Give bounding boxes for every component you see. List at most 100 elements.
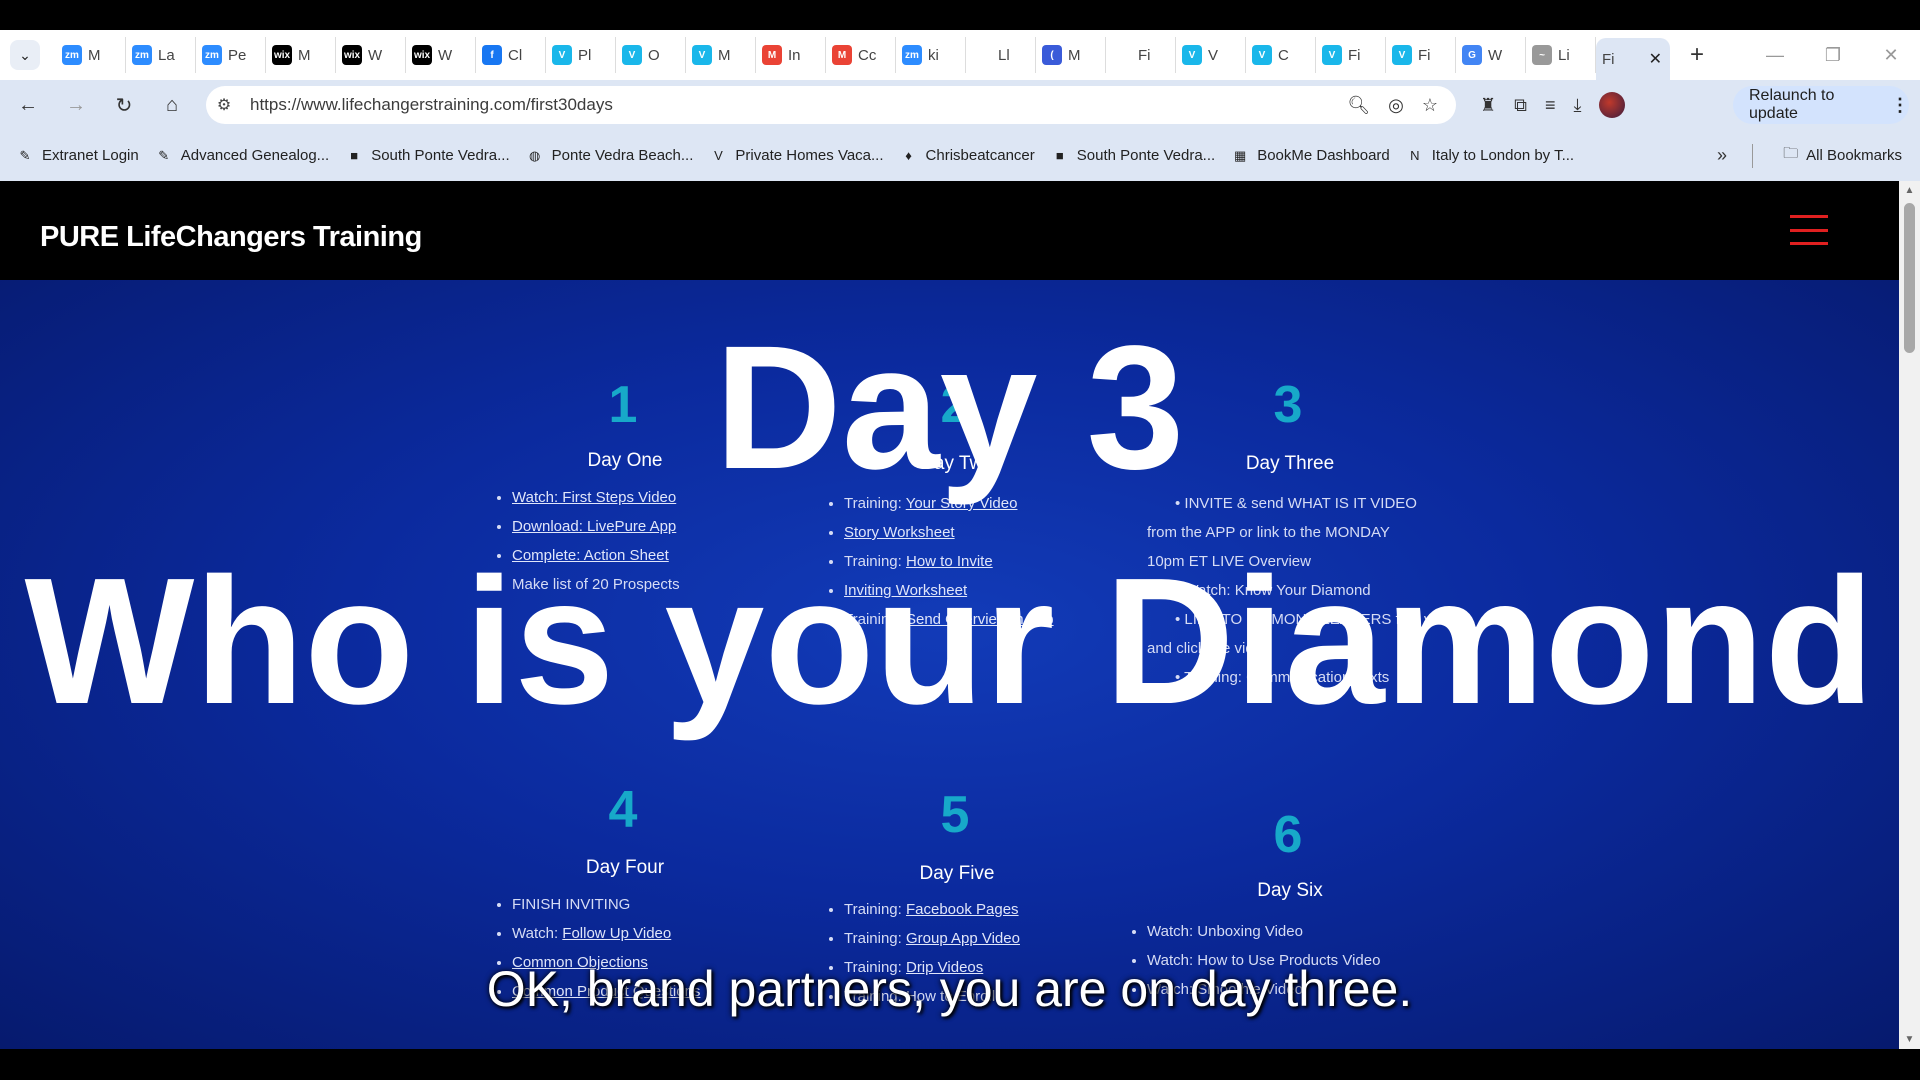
tab-label: Pl xyxy=(578,46,592,64)
relaunch-button[interactable]: Relaunch to update ⋮ xyxy=(1733,86,1909,124)
restore-icon[interactable]: ❐ xyxy=(1804,45,1862,66)
tab-favicon-icon: zm xyxy=(132,45,152,65)
zoom-icon[interactable]: 🔍︎ xyxy=(1347,95,1370,116)
bookmark-label: Chrisbeatcancer xyxy=(925,147,1035,164)
day-task-item: Watch: Follow Up Video xyxy=(512,919,700,948)
scroll-up-icon[interactable]: ▲ xyxy=(1899,185,1920,196)
bookmark-item[interactable]: ■ South Ponte Vedra... xyxy=(345,147,509,165)
menu-dots-icon[interactable]: ⋮ xyxy=(1891,95,1909,116)
bookmark-item[interactable]: ■ South Ponte Vedra... xyxy=(1051,147,1215,165)
tab-favicon-icon: wix xyxy=(342,45,362,65)
active-tab[interactable]: Fi ✕ xyxy=(1596,38,1670,80)
media-controls-icon[interactable]: ≡ xyxy=(1545,95,1556,116)
browser-tab[interactable]: V Fi xyxy=(1316,37,1386,73)
close-icon[interactable]: ✕ xyxy=(1649,49,1662,69)
bookmark-item[interactable]: ✎ Advanced Genealog... xyxy=(155,147,329,165)
tab-label: Fi xyxy=(1418,46,1431,64)
browser-tab[interactable]: V Fi xyxy=(1386,37,1456,73)
close-window-icon[interactable]: ✕ xyxy=(1862,45,1920,66)
bookmark-item[interactable]: ♦ Chrisbeatcancer xyxy=(900,147,1035,165)
browser-tab[interactable]: zm Pe xyxy=(196,37,266,73)
profile-avatar[interactable] xyxy=(1599,92,1626,118)
bookmark-label: Extranet Login xyxy=(42,147,139,164)
task-link[interactable]: Story Worksheet xyxy=(844,524,955,541)
navigation-bar: ← → ↻ ⌂ ⚙ https://www.lifechangerstraini… xyxy=(0,80,1920,130)
tab-strip: ⌄ zm Mzm La zm Pe wix Mwix Wwix Wf Cl V Pl V O V M M In M C… xyxy=(0,30,1920,80)
browser-tab[interactable]: M Cc xyxy=(826,37,896,73)
site-title[interactable]: PURE LifeChangers Training xyxy=(40,221,422,254)
site-info-icon[interactable]: ⚙ xyxy=(212,95,236,115)
tab-search-button[interactable]: ⌄ xyxy=(10,40,40,70)
all-bookmarks-label: All Bookmarks xyxy=(1806,147,1902,164)
minimize-icon[interactable]: — xyxy=(1746,45,1804,66)
tab-label: In xyxy=(788,46,801,64)
extensions-puzzle-icon[interactable]: ⧉ xyxy=(1514,95,1527,116)
bookmarks-bar: ✎ Extranet Login ✎ Advanced Genealog... ■ Sou… xyxy=(0,130,1920,181)
star-icon[interactable]: ☆ xyxy=(1422,95,1438,116)
task-link[interactable]: Facebook Pages xyxy=(906,901,1019,918)
scrollbar-thumb[interactable] xyxy=(1904,203,1915,353)
bookmark-item[interactable]: ✎ Extranet Login xyxy=(16,147,139,165)
bookmark-item[interactable]: ◍ Ponte Vedra Beach... xyxy=(526,147,693,165)
browser-tab[interactable]: VV xyxy=(1176,37,1246,73)
browser-tab[interactable]: Ll xyxy=(966,37,1036,73)
task-link[interactable]: Group App Video xyxy=(906,930,1020,947)
tab-label: M xyxy=(88,46,101,64)
tab-favicon-icon xyxy=(972,45,992,65)
task-text: Training: xyxy=(844,930,906,947)
eye-off-icon[interactable]: ◎ xyxy=(1388,95,1404,116)
url-text[interactable]: https://www.lifechangerstraining.com/fir… xyxy=(250,95,613,115)
hamburger-menu-icon[interactable] xyxy=(1790,215,1828,245)
day-number: 6 xyxy=(1273,806,1303,864)
video-overlay-day-title: Day 3 xyxy=(714,310,1185,506)
browser-tab[interactable]: V Pl xyxy=(546,37,616,73)
browser-tab[interactable]: wix W xyxy=(336,37,406,73)
reload-icon[interactable]: ↻ xyxy=(104,85,144,125)
tab-label: Fi xyxy=(1348,46,1361,64)
bookmark-label: BookMe Dashboard xyxy=(1257,147,1390,164)
extension-icon-1[interactable]: ♜ xyxy=(1480,95,1496,116)
browser-tab[interactable]: Fi xyxy=(1106,37,1176,73)
new-tab-button[interactable]: + xyxy=(1682,40,1712,70)
bookmark-label: South Ponte Vedra... xyxy=(1076,147,1216,164)
browser-tab[interactable]: ~ Li xyxy=(1526,37,1596,73)
bookmark-item[interactable]: V Private Homes Vaca... xyxy=(709,147,883,165)
forward-icon[interactable]: → xyxy=(56,85,96,125)
browser-tab[interactable]: f Cl xyxy=(476,37,546,73)
bookmarks-overflow-icon[interactable]: » xyxy=(1717,145,1727,166)
download-icon[interactable]: ⤓ xyxy=(1574,95,1582,116)
tab-label: M xyxy=(298,46,311,64)
home-icon[interactable]: ⌂ xyxy=(152,85,192,125)
tab-favicon-icon: f xyxy=(482,45,502,65)
site-header: PURE LifeChangers Training xyxy=(0,181,1899,280)
browser-tab[interactable]: GW xyxy=(1456,37,1526,73)
address-bar[interactable]: ⚙ https://www.lifechangerstraining.com/f… xyxy=(206,86,1456,124)
page-scrollbar[interactable]: ▲ ▼ xyxy=(1899,181,1920,1049)
all-bookmarks-button[interactable]: 🗀 All Bookmarks xyxy=(1783,143,1902,168)
browser-tab[interactable]: VO xyxy=(616,37,686,73)
folder-icon: 🗀 xyxy=(1783,145,1799,162)
browser-tab[interactable]: wix M xyxy=(266,37,336,73)
browser-tab[interactable]: zm ki xyxy=(896,37,966,73)
task-text: Watch: xyxy=(512,925,563,942)
tab-label: Fi xyxy=(1138,46,1151,64)
bookmark-item[interactable]: N Italy to London by T... xyxy=(1406,147,1574,165)
tab-label: V xyxy=(1208,46,1219,64)
back-icon[interactable]: ← xyxy=(8,85,48,125)
browser-tab[interactable]: wix W xyxy=(406,37,476,73)
tab-favicon-icon: M xyxy=(762,45,782,65)
browser-tab[interactable]: (M xyxy=(1036,37,1106,73)
browser-tab[interactable]: M In xyxy=(756,37,826,73)
days-grid-section: 1Day OneWatch: First Steps Video Downloa… xyxy=(0,280,1899,1049)
scroll-down-icon[interactable]: ▼ xyxy=(1899,1034,1920,1045)
bookmark-item[interactable]: ▦ BookMe Dashboard xyxy=(1231,147,1390,165)
top-black-bar xyxy=(0,0,1920,30)
browser-tab[interactable]: zm M xyxy=(56,37,126,73)
browser-tab[interactable]: VM xyxy=(686,37,756,73)
ribbon-icon: ♦ xyxy=(905,148,912,163)
day-task-item: FINISH INVITING xyxy=(512,890,700,919)
task-link[interactable]: Follow Up Video xyxy=(562,925,671,942)
browser-tab[interactable]: VC xyxy=(1246,37,1316,73)
browser-tab[interactable]: zm La xyxy=(126,37,196,73)
task-link[interactable]: Download: LivePure App xyxy=(512,518,676,535)
